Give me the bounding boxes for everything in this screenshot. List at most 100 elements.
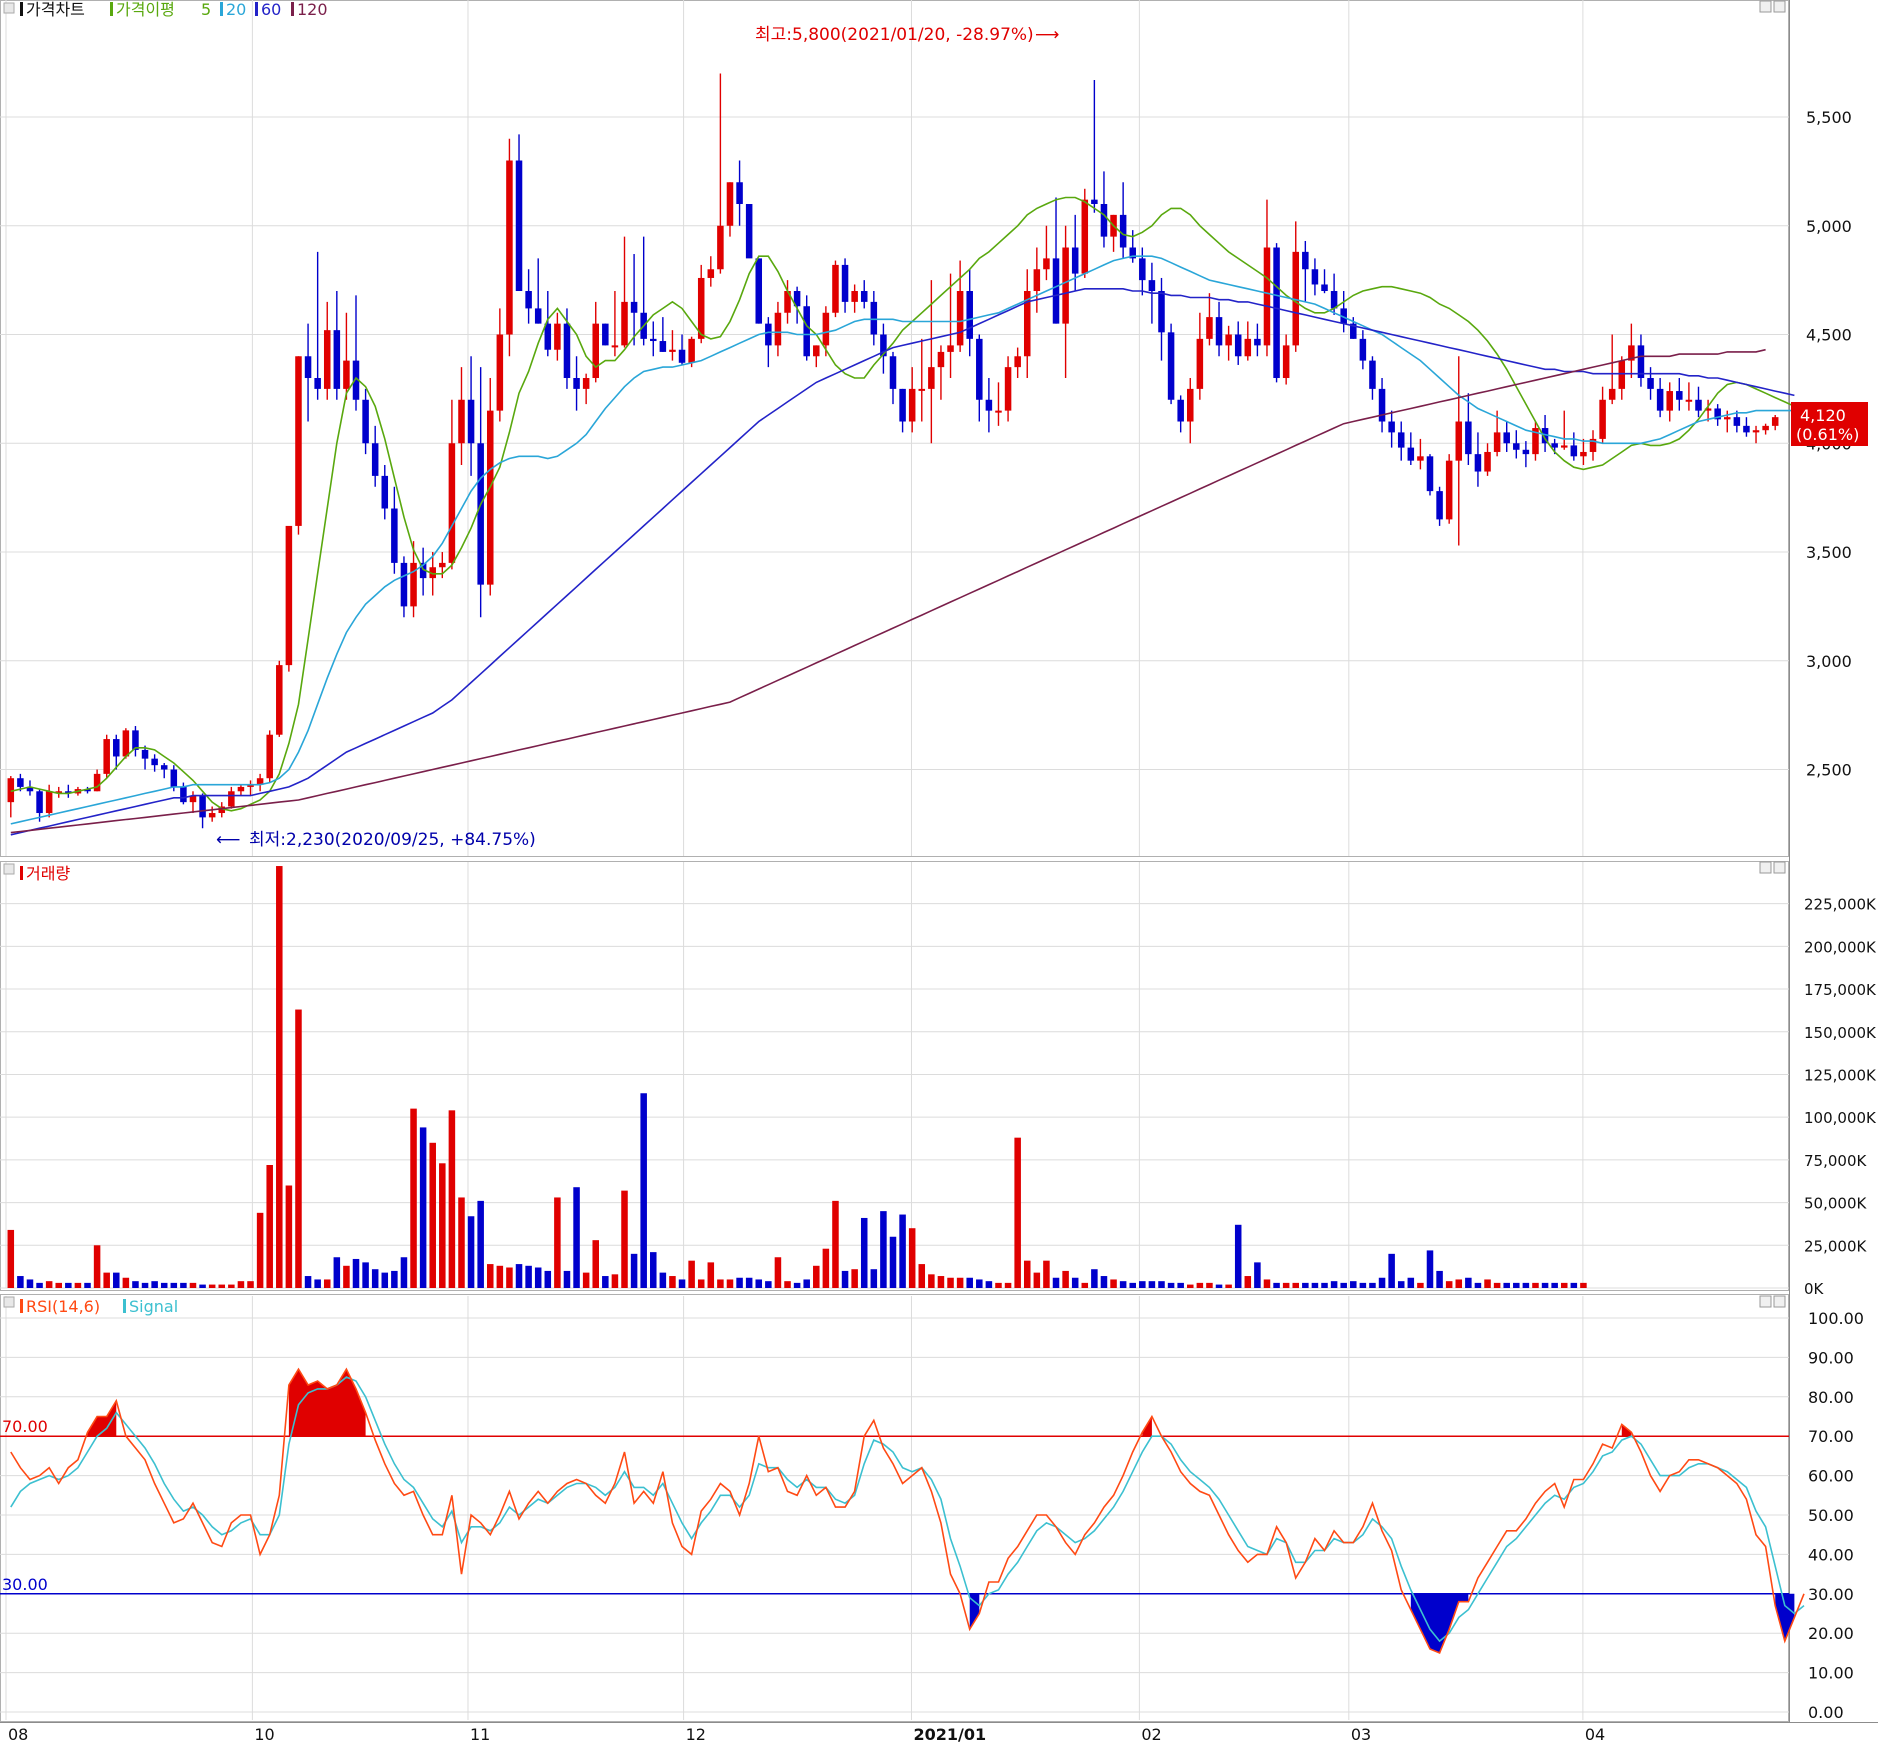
volume-bar bbox=[889, 1236, 897, 1288]
volume-bar bbox=[17, 1276, 24, 1288]
volume-bar bbox=[1369, 1282, 1376, 1288]
volume-bar bbox=[956, 1277, 964, 1288]
candle-body bbox=[1580, 451, 1587, 457]
volume-bar bbox=[467, 1216, 475, 1288]
candle-body bbox=[314, 378, 321, 389]
volume-bar bbox=[582, 1272, 590, 1288]
volume-bar bbox=[1302, 1282, 1309, 1288]
volume-bar bbox=[1206, 1282, 1213, 1288]
volume-bar bbox=[208, 1284, 216, 1288]
candle-body bbox=[362, 399, 369, 444]
candle-body bbox=[1608, 388, 1616, 400]
candle-body bbox=[755, 258, 763, 324]
volume-bar bbox=[295, 1009, 302, 1288]
close-icon[interactable] bbox=[1773, 861, 1786, 874]
candle-body bbox=[765, 323, 772, 346]
candle-body bbox=[813, 345, 820, 357]
volume-bar bbox=[381, 1272, 389, 1288]
volume-bar bbox=[343, 1265, 350, 1288]
volume-bar bbox=[122, 1277, 130, 1288]
candle-body bbox=[477, 443, 484, 585]
candle-body bbox=[1282, 345, 1290, 379]
volume-bar bbox=[1388, 1253, 1395, 1288]
candle-body bbox=[371, 443, 379, 476]
candle-body bbox=[592, 323, 599, 379]
maximize-icon[interactable] bbox=[1759, 1295, 1772, 1308]
candle-body bbox=[966, 291, 973, 339]
candle-body bbox=[1033, 269, 1041, 292]
volume-bar bbox=[1541, 1282, 1549, 1288]
volume-bar bbox=[611, 1274, 619, 1288]
candle-body bbox=[1551, 443, 1558, 448]
candle-body bbox=[1091, 199, 1098, 205]
candle-body bbox=[1522, 449, 1530, 455]
candle-body bbox=[458, 399, 465, 444]
candle-body bbox=[630, 301, 638, 313]
rsi-panel-buttons bbox=[1759, 1295, 1786, 1308]
candle-body bbox=[228, 791, 235, 807]
volume-bar bbox=[1532, 1282, 1539, 1288]
price-legend: 가격차트 가격이평 5 20 60 120 bbox=[3, 0, 328, 19]
legend-marker-ma120 bbox=[291, 2, 294, 16]
legend-rsi: RSI(14,6) bbox=[26, 1297, 100, 1316]
volume-tick-label: 75,000K bbox=[1804, 1152, 1867, 1170]
candle-body bbox=[1388, 421, 1395, 433]
grid-lines bbox=[0, 0, 1789, 1720]
candle-body bbox=[1474, 454, 1482, 472]
volume-bar bbox=[1407, 1277, 1415, 1288]
volume-bar bbox=[314, 1279, 321, 1288]
panel-menu-icon[interactable] bbox=[3, 1296, 15, 1308]
volume-bar bbox=[1551, 1282, 1558, 1288]
candle-body bbox=[563, 323, 571, 379]
close-icon[interactable] bbox=[1773, 0, 1786, 13]
candle-body bbox=[1359, 338, 1367, 361]
candle-body bbox=[602, 323, 609, 346]
candle-body bbox=[506, 160, 513, 335]
candle-body bbox=[937, 351, 945, 368]
candle-body bbox=[1302, 251, 1309, 270]
candle-body bbox=[333, 330, 341, 389]
volume-bar bbox=[180, 1282, 187, 1288]
candle-body bbox=[669, 349, 676, 352]
candle-body bbox=[323, 330, 331, 389]
volume-bar bbox=[45, 1281, 53, 1288]
candle-body bbox=[899, 388, 906, 422]
candle-body bbox=[1723, 417, 1731, 420]
candle-body bbox=[1043, 258, 1050, 270]
volume-bar bbox=[726, 1279, 734, 1288]
volume-bar bbox=[1426, 1250, 1434, 1288]
signal-line bbox=[10, 1376, 1805, 1643]
panel-menu-icon[interactable] bbox=[3, 2, 15, 14]
candle-body bbox=[113, 739, 120, 757]
volume-bar bbox=[832, 1200, 839, 1288]
volume-bar bbox=[1014, 1137, 1021, 1288]
candle-body bbox=[1167, 332, 1175, 400]
rsi-tick-label: 10.00 bbox=[1808, 1664, 1854, 1683]
volume-bar bbox=[1340, 1282, 1347, 1288]
volume-tick-label: 150,000K bbox=[1804, 1024, 1877, 1042]
rsi-upper-label: 70.00 bbox=[2, 1417, 48, 1436]
x-tick-label: 12 bbox=[686, 1725, 706, 1744]
candle-body bbox=[1666, 391, 1673, 411]
legend-marker-ma20 bbox=[220, 2, 223, 16]
panel-menu-icon[interactable] bbox=[3, 863, 15, 875]
candle-body bbox=[1445, 460, 1453, 520]
candle-body bbox=[995, 410, 1002, 413]
volume-bar bbox=[1263, 1279, 1271, 1288]
candle-body bbox=[803, 306, 810, 357]
candle-body bbox=[573, 378, 580, 389]
volume-bar bbox=[486, 1264, 494, 1288]
rsi-tick-label: 90.00 bbox=[1808, 1348, 1854, 1367]
close-icon[interactable] bbox=[1773, 1295, 1786, 1308]
volume-bar bbox=[189, 1282, 197, 1288]
candle-body bbox=[1177, 399, 1184, 422]
maximize-icon[interactable] bbox=[1759, 0, 1772, 13]
volume-bar bbox=[1484, 1279, 1491, 1288]
price-tick-label: 4,500 bbox=[1806, 326, 1852, 345]
volume-bar bbox=[1465, 1277, 1472, 1288]
volume-bar bbox=[1234, 1224, 1242, 1288]
volume-bar bbox=[506, 1267, 513, 1288]
maximize-icon[interactable] bbox=[1759, 861, 1772, 874]
candle-body bbox=[717, 225, 724, 270]
volume-bar bbox=[93, 1245, 101, 1288]
